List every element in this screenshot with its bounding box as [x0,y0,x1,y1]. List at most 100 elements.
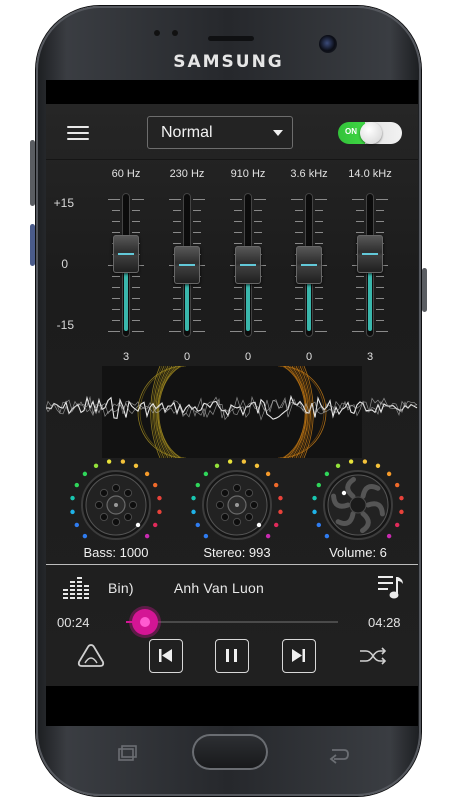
knob-level-dot [82,533,88,539]
slider-tick [173,298,181,299]
power-toggle[interactable]: ON [338,122,402,144]
knob-level-dot [157,509,162,515]
previous-button[interactable] [149,639,183,673]
band-slider-60hz[interactable] [96,193,156,343]
menu-button[interactable] [67,126,89,142]
light-sensor [172,30,178,36]
shuffle-icon[interactable] [358,643,388,669]
duration-time: 04:28 [368,615,401,630]
knob-level-dot [227,459,233,464]
slider-tick [356,221,364,222]
slider-tick [295,221,303,222]
knob-hole [123,488,133,498]
slider-tick [295,287,303,288]
chevron-down-icon [273,130,283,136]
thumb-indicator [362,253,378,256]
band-slider-230hz[interactable] [157,193,217,343]
triangle-logo-icon[interactable] [76,643,106,669]
knob-center [114,503,118,507]
slider-tick [234,243,242,244]
back-icon[interactable] [326,746,352,764]
pause-button[interactable] [215,639,249,673]
knob-level-dot [274,482,279,488]
knob-level-dot [335,463,341,468]
knob-hole [94,500,104,510]
knob-level-dot [278,495,283,501]
slider-thumb[interactable] [113,235,139,274]
knob-level-dot [312,495,317,501]
thumb-indicator [240,264,256,266]
slider-tick [315,232,323,233]
knob-hole [111,483,121,493]
slider-tick [315,287,323,288]
slider-tick [315,221,323,222]
volume-knob[interactable] [310,457,406,553]
slider-tick [315,243,323,244]
slider-tick [169,331,181,332]
slider-tick [352,199,364,200]
device-screen: Normal ON +15 0 -15 60 Hz 230 Hz 910 Hz … [46,80,418,726]
slider-tick [132,331,144,332]
recent-apps-icon[interactable] [112,744,140,764]
pause-icon [226,649,237,662]
knob-level-dot [153,482,158,488]
knob-level-dot [106,459,112,464]
slider-tick [132,298,140,299]
volume-button [30,140,35,206]
slider-thumb[interactable] [174,246,200,284]
slider-tick [193,309,201,310]
slider-tick [169,199,181,200]
knob-level-dot [278,509,283,515]
volume-label: Volume: 6 [329,545,387,560]
slider-tick [295,243,303,244]
header-divider [46,159,418,160]
knob-level-dot [399,509,404,515]
status-bar [46,80,418,104]
knob-level-dot [203,533,209,539]
knob-hole [128,500,138,510]
slider-tick [254,331,266,332]
knob-hole [99,512,109,522]
equalizer-bars-icon[interactable] [62,575,92,601]
slider-fill [246,277,250,331]
slider-tick [356,309,364,310]
slider-tick [254,243,262,244]
home-button[interactable] [192,734,268,770]
knob-level-dot [254,463,260,468]
knob-level-dot [399,495,404,501]
stereo-knob[interactable] [189,457,285,553]
next-button[interactable] [282,639,316,673]
knob-hole [232,483,242,493]
knob-level-dot [144,471,150,477]
slider-thumb[interactable] [296,246,322,284]
bass-knob[interactable] [68,457,164,553]
knob-level-dot [70,509,75,515]
slider-tick [234,210,242,211]
band-slider-910hz[interactable] [218,193,278,343]
band-freq-60hz: 60 Hz [111,168,141,180]
seek-thumb[interactable] [132,609,159,635]
slider-tick [230,331,242,332]
knob-level-dot [395,482,400,488]
knob-hole [220,512,230,522]
knob-level-dot [214,463,220,468]
slider-tick [376,298,384,299]
slider-tick [112,276,120,277]
slider-tick [234,232,242,233]
slider-tick [376,287,384,288]
slider-tick [173,287,181,288]
elapsed-time: 00:24 [57,615,90,630]
playlist-music-icon[interactable] [377,573,405,601]
band-slider-3-6khz[interactable] [279,193,339,343]
band-slider-14khz[interactable] [340,193,400,343]
knob-indicator [135,522,141,528]
skip-previous-icon [159,649,172,662]
knob-level-dot [386,471,392,477]
slider-tick [254,287,262,288]
knob-level-dot [195,522,200,528]
slider-thumb[interactable] [235,246,261,284]
knob-hole [123,512,133,522]
slider-tick [376,221,384,222]
preset-dropdown[interactable]: Normal [147,116,293,149]
slider-thumb[interactable] [357,235,383,274]
